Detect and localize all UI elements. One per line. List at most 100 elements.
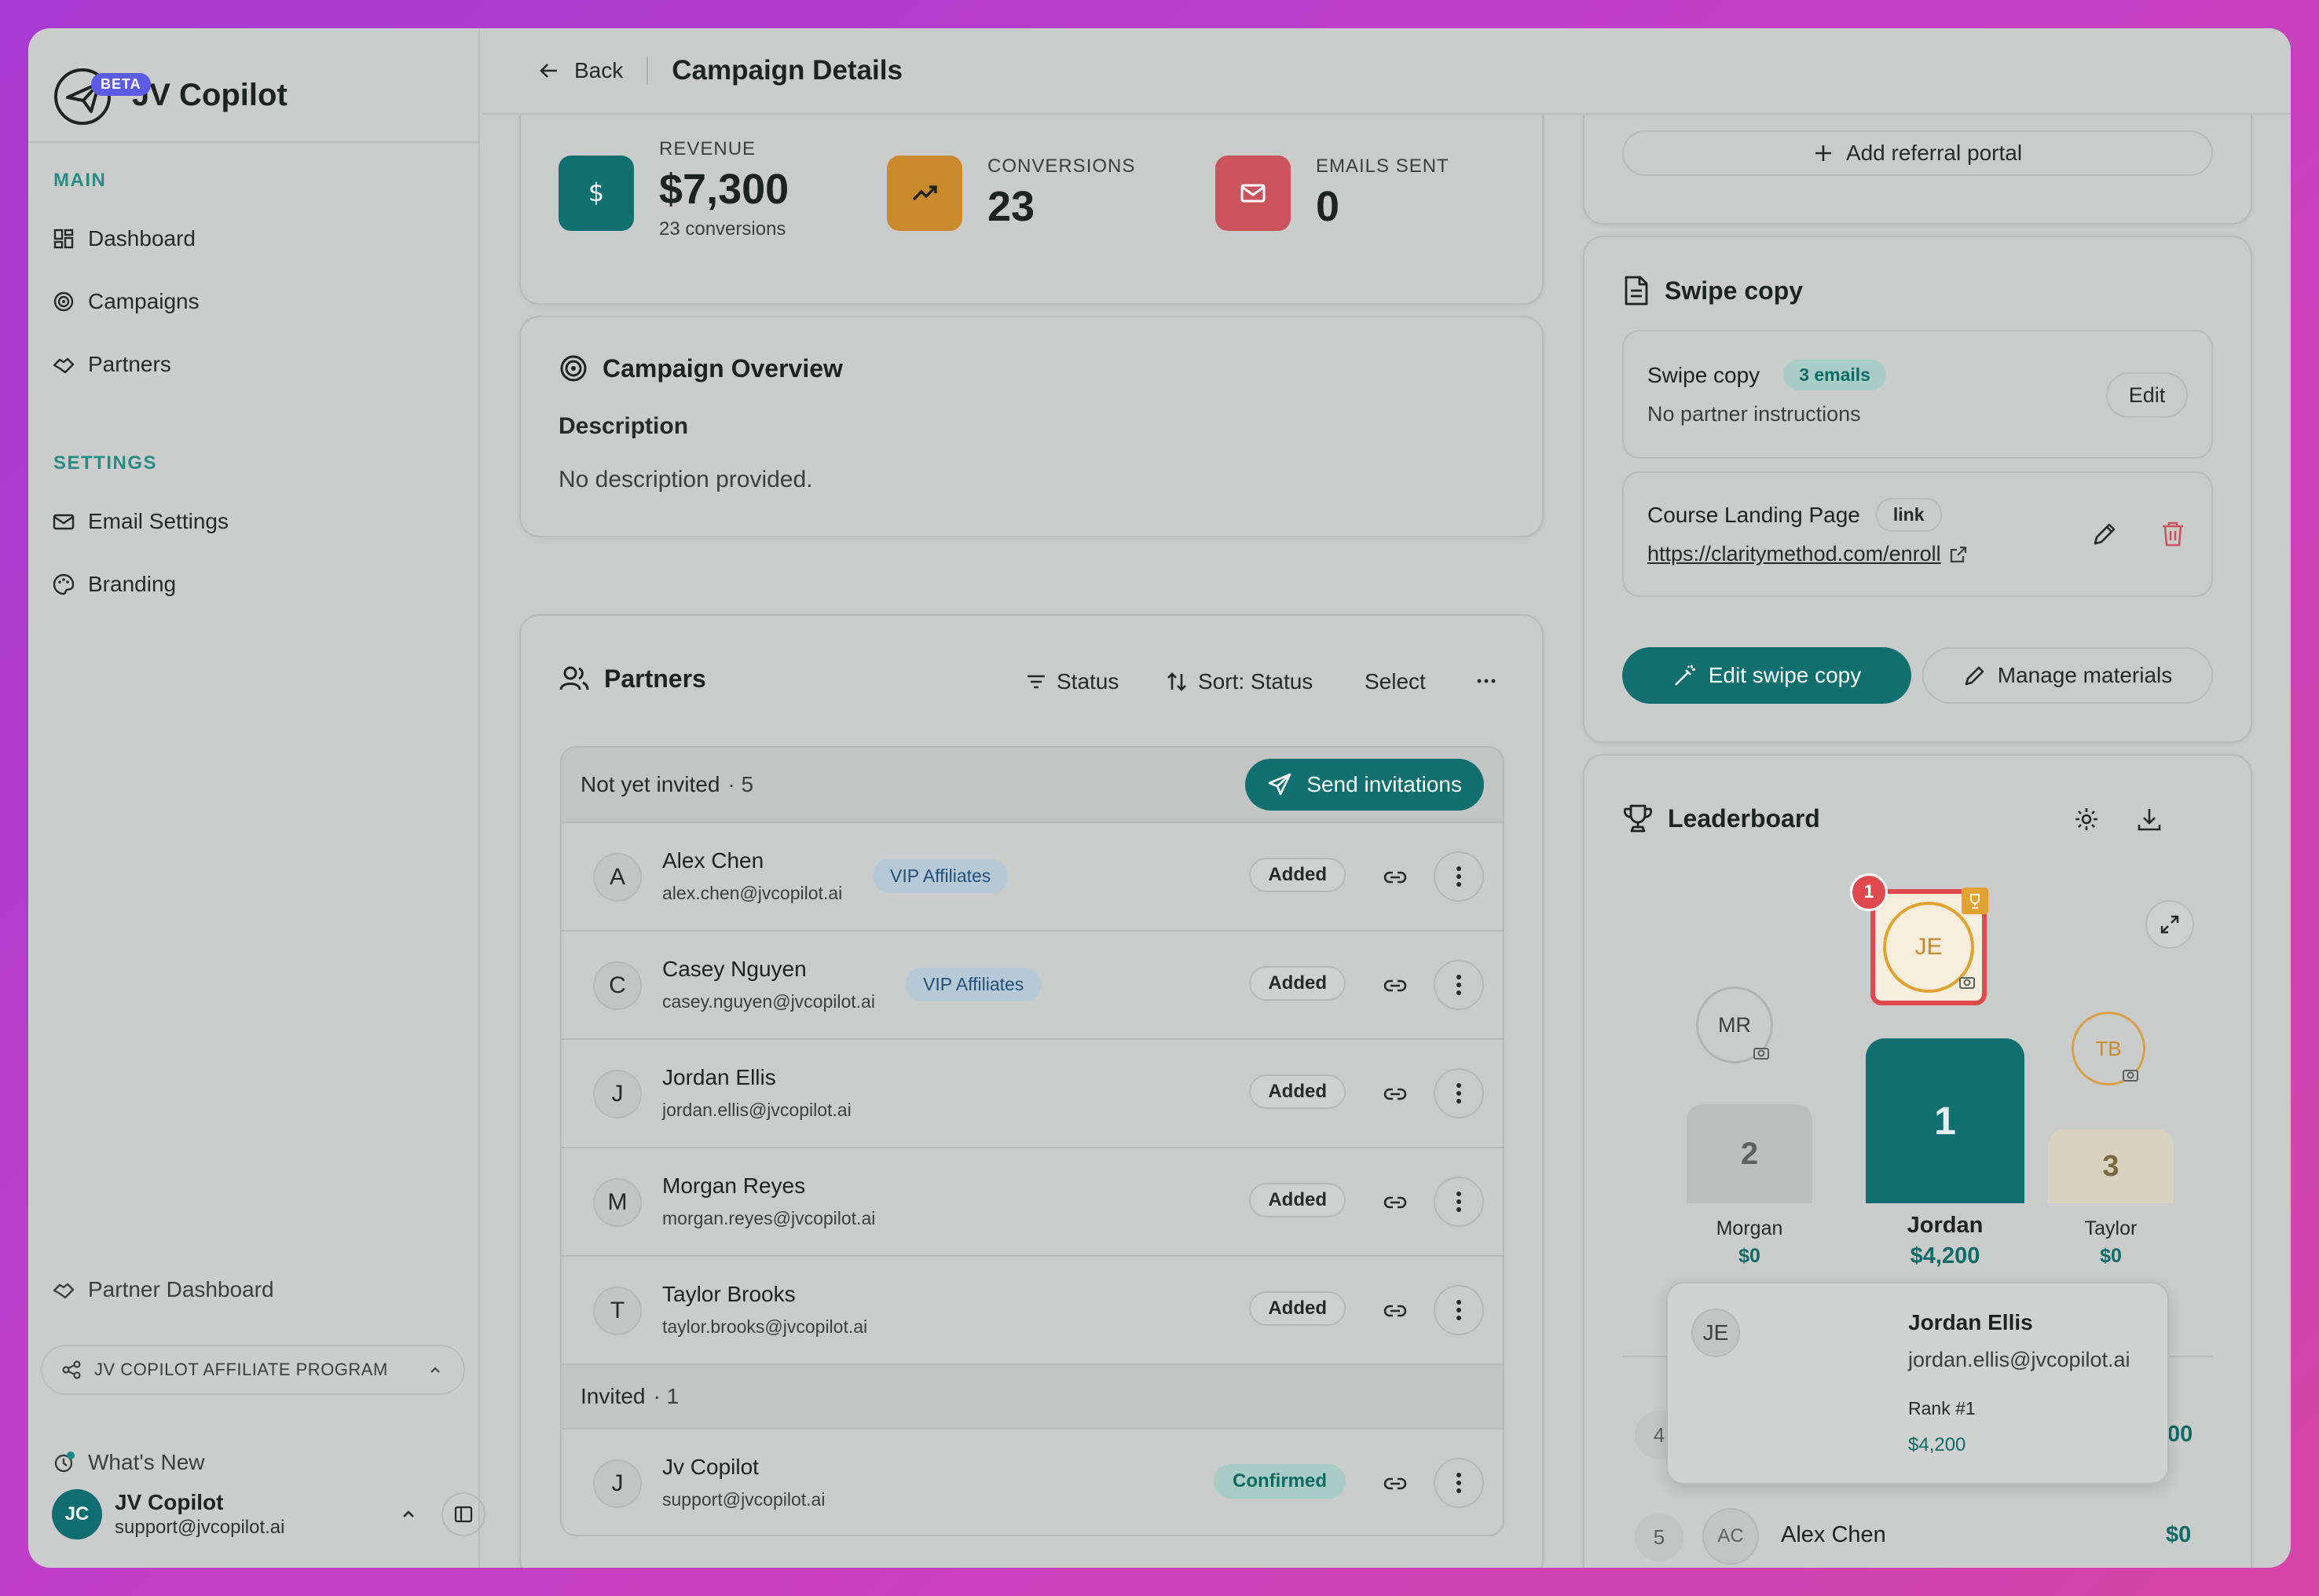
select-button[interactable]: Select [1365,669,1426,694]
leader-name: Alex Chen [1781,1522,1886,1547]
partner-name: Jv Copilot [662,1455,759,1479]
sidebar: BETA JV Copilot MAIN Dashboard Campaigns… [28,28,485,1568]
avatar: M [593,1178,642,1227]
user-menu[interactable]: JC JV Copilot support@jvcopilot.ai [52,1483,485,1546]
row-menu-button[interactable] [1434,1068,1484,1118]
status-badge: Added [1249,1074,1346,1109]
sidebar-item-branding[interactable]: Branding [52,561,460,608]
partner-email: support@jvcopilot.ai [662,1489,826,1510]
sidebar-item-label: Dashboard [88,226,196,251]
row-menu-button[interactable] [1434,1177,1484,1227]
brand[interactable]: BETA JV Copilot [52,52,460,138]
link-icon[interactable] [1382,864,1409,891]
avatar: JC [52,1489,102,1539]
partner-row[interactable]: M Morgan Reyes morgan.reyes@jvcopilot.ai… [560,1148,1504,1257]
email-count-badge: 3 emails [1783,360,1886,390]
manage-materials-button[interactable]: Manage materials [1922,647,2213,704]
link-icon[interactable] [1382,972,1409,999]
avatar: T [593,1287,642,1335]
download-icon[interactable] [2136,806,2163,833]
settings-section-label: SETTINGS [53,452,158,474]
target-icon [560,355,587,382]
collapse-sidebar-button[interactable] [441,1492,485,1536]
popup-name: Jordan Ellis [1908,1310,2033,1334]
url-text: https://claritymethod.com/enroll [1647,542,1941,566]
share-icon [62,1360,81,1379]
row-menu-button[interactable] [1434,1458,1484,1508]
status-filter-button[interactable]: Status [1025,669,1119,694]
sidebar-item-email-settings[interactable]: Email Settings [52,498,460,545]
leader-hover-card: JE Jordan Ellis jordan.ellis@jvcopilot.a… [1666,1282,2169,1484]
leader-name: Taylor [2084,1217,2138,1239]
leader-name: Morgan [1716,1217,1783,1239]
sort-button[interactable]: Sort: Status [1165,669,1313,694]
landing-url-link[interactable]: https://claritymethod.com/enroll [1647,542,1968,566]
whats-new-link[interactable]: What's New [52,1439,460,1486]
avatar: J [593,1070,642,1118]
swipe-copy-box: Swipe copy 3 emails No partner instructi… [1622,330,2213,459]
camera-icon[interactable] [1753,1045,1770,1060]
partner-email: jordan.ellis@jvcopilot.ai [662,1100,852,1120]
avatar: JE [1691,1309,1740,1357]
camera-icon[interactable] [1958,974,1976,990]
send-invitations-button[interactable]: Send invitations [1245,759,1484,811]
plus-icon [1815,145,1831,161]
first-place-label: Jordan $4,200 [1850,1213,2040,1269]
partner-name: Taylor Brooks [662,1282,796,1306]
gear-icon[interactable] [2073,806,2100,833]
partner-email: casey.nguyen@jvcopilot.ai [662,991,875,1012]
sidebar-item-campaigns[interactable]: Campaigns [52,278,460,325]
popup-email: jordan.ellis@jvcopilot.ai [1908,1348,2130,1371]
partner-row[interactable]: J Jv Copilot support@jvcopilot.ai Confir… [560,1429,1504,1536]
podium-first: 1 [1866,1038,2024,1203]
partner-dashboard-link[interactable]: Partner Dashboard [52,1266,460,1313]
arrow-left-icon [540,64,557,78]
overview-title-row: Campaign Overview [559,353,843,383]
status-badge: Added [1249,1291,1346,1326]
trash-icon[interactable] [2160,520,2186,548]
whats-new-label: What's New [88,1450,205,1474]
group-label: Not yet invited [581,772,720,796]
partner-row[interactable]: A Alex Chen alex.chen@jvcopilot.ai VIP A… [560,823,1504,932]
dollar-icon: $ [559,156,634,231]
top-header: Back Campaign Details [482,28,2291,115]
app-name: JV Copilot [132,77,288,112]
user-name: JV Copilot [115,1490,224,1514]
sidebar-item-dashboard[interactable]: Dashboard [52,215,460,262]
sidebar-item-partners[interactable]: Partners [52,341,460,388]
edit-button[interactable]: Edit [2106,372,2188,418]
handshake-icon [53,357,75,374]
stat-sub: 23 conversions [659,218,786,240]
stat-value: 23 [987,183,1035,230]
user-email: support@jvcopilot.ai [115,1517,285,1538]
stat-label: REVENUE [659,138,757,159]
divider [647,57,649,85]
expand-button[interactable] [2145,900,2194,949]
row-menu-button[interactable] [1434,851,1484,902]
link-icon[interactable] [1382,1189,1409,1216]
group-tag: VIP Affiliates [873,859,1009,893]
partner-row[interactable]: J Jordan Ellis jordan.ellis@jvcopilot.ai… [560,1040,1504,1148]
back-label: Back [574,58,624,82]
partner-row[interactable]: T Taylor Brooks taylor.brooks@jvcopilot.… [560,1257,1504,1365]
link-icon[interactable] [1382,1081,1409,1107]
app-window: BETA JV Copilot MAIN Dashboard Campaigns… [28,28,2291,1568]
link-icon[interactable] [1382,1470,1409,1497]
partner-row[interactable]: C Casey Nguyen casey.nguyen@jvcopilot.ai… [560,932,1504,1040]
palette-icon [53,573,75,595]
link-icon[interactable] [1382,1298,1409,1324]
edit-swipe-copy-button[interactable]: Edit swipe copy [1622,647,1911,704]
back-button[interactable]: Back [538,58,623,83]
box-title: Swipe copy [1647,362,1760,387]
pencil-icon[interactable] [2090,520,2119,548]
users-icon [559,666,589,690]
send-icon [1269,773,1291,796]
row-menu-button[interactable] [1434,1285,1484,1335]
camera-icon[interactable] [2122,1067,2139,1082]
partner-email: morgan.reyes@jvcopilot.ai [662,1208,876,1228]
add-referral-portal-button[interactable]: Add referral portal [1622,130,2213,176]
program-switcher[interactable]: JV COPILOT AFFILIATE PROGRAM [41,1345,465,1395]
row-menu-button[interactable] [1434,960,1484,1010]
more-options-button[interactable] [1475,669,1508,693]
trophy-icon [1970,894,1980,909]
